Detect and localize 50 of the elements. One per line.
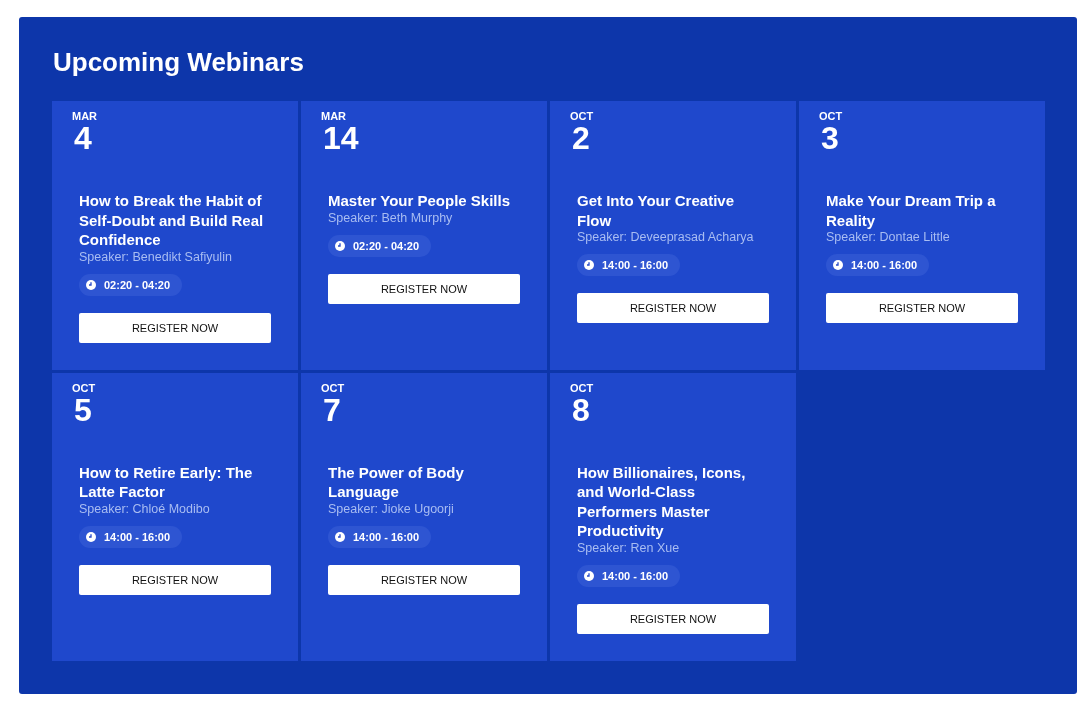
speaker-name: Speaker: Beth Murphy [328,210,454,226]
date-month: OCT [570,381,595,394]
webinar-title: Master Your People Skills [328,191,511,211]
speaker-name: Speaker: Dontae Little [826,230,951,245]
date-day: 8 [572,393,769,426]
time-range: 14:00 - 16:00 [602,569,669,582]
time-range: 02:20 - 04:20 [104,278,171,291]
webinar-title: Make Your Dream Trip a Reality [826,191,997,230]
webinar-title: The Power of Body Language [328,462,465,502]
clock-icon [86,279,96,290]
register-button[interactable]: REGISTER NOW [826,293,1018,323]
time-range: 14:00 - 16:00 [602,259,669,271]
date-day: 14 [323,122,520,154]
register-button[interactable]: REGISTER NOW [577,293,769,323]
speaker-name: Speaker: Jioke Ugoorji [328,501,455,517]
register-button[interactable]: REGISTER NOW [577,603,769,634]
webinar-title: Get Into Your Creative Flow [577,191,735,230]
speaker-name: Speaker: Benedikt Safiyulin [79,249,233,265]
clock-icon [584,570,594,581]
date-month: OCT [819,110,844,122]
date-day: 7 [323,393,520,426]
time-range: 14:00 - 16:00 [104,530,171,543]
register-button[interactable]: REGISTER NOW [79,312,271,343]
date-day: 5 [74,393,271,426]
date-month: OCT [570,110,595,122]
date-month: MAR [321,110,348,122]
webinar-title: How to Break the Habit of Self-Doubt and Build Real Confidence [79,191,265,250]
register-button[interactable]: REGISTER NOW [79,564,271,595]
date-month: OCT [72,381,97,394]
time-range: 14:00 - 16:00 [353,530,420,543]
clock-icon [86,531,96,542]
time-range: 02:20 - 04:20 [353,239,420,252]
speaker-name: Speaker: Chloé Modibo [79,501,211,517]
register-button[interactable]: REGISTER NOW [328,273,520,304]
section-title: Upcoming Webinars [53,47,305,77]
clock-icon [584,260,594,270]
date-day: 2 [572,122,769,154]
date-month: MAR [72,110,99,122]
date-day: 3 [821,122,1018,154]
speaker-name: Speaker: Deveeprasad Acharya [577,230,755,245]
speaker-name: Speaker: Ren Xue [577,540,681,556]
date-day: 4 [74,122,271,154]
time-range: 14:00 - 16:00 [851,259,918,271]
register-button[interactable]: REGISTER NOW [328,564,520,595]
clock-icon [833,260,843,270]
webinar-title: How Billionaires, Icons, and World-Class Performers Master Productivity [577,462,747,541]
clock-icon [335,240,345,251]
clock-icon [335,531,345,542]
date-month: OCT [321,381,346,394]
webinar-title: How to Retire Early: The Latte Factor [79,462,254,502]
